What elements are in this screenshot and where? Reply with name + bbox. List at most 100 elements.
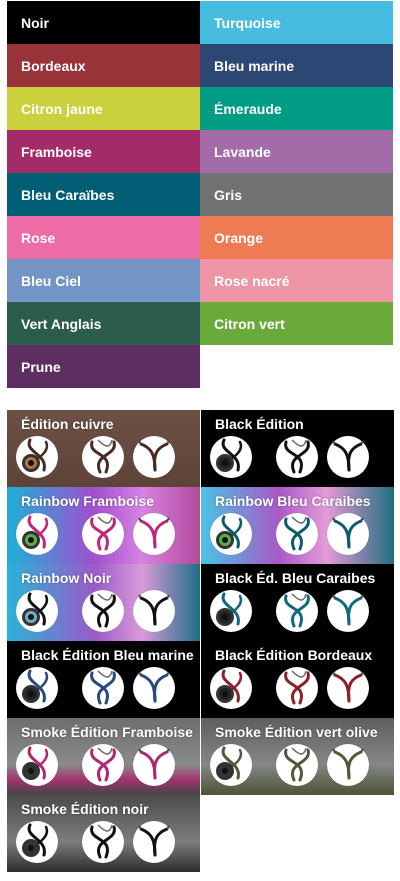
swatch-lavande[interactable]: Lavande [200, 130, 393, 173]
swatch-label: Citron vert [214, 315, 285, 332]
edition-rainbow-framboise[interactable]: Rainbow Framboise [7, 487, 200, 564]
edition-label: Rainbow Bleu Caraibes [215, 493, 371, 509]
swatch-rose-nacre[interactable]: Rose nacré [200, 259, 393, 302]
edition-icons [210, 590, 386, 634]
edition-smoke-edition-noir[interactable]: Smoke Édition noir [7, 795, 200, 872]
swatch-label: Gris [214, 186, 243, 203]
edition-smoke-edition-vert-olive[interactable]: Smoke Édition vert olive [201, 718, 394, 795]
swatch-bleu-ciel[interactable]: Bleu Ciel [7, 259, 200, 302]
swatch-label: Émeraude [214, 100, 282, 117]
swatch-framboise[interactable]: Framboise [7, 130, 200, 173]
edition-icons [210, 744, 386, 788]
edition-icons [210, 436, 386, 480]
edition-icons [16, 821, 192, 865]
swatch-citron-jaune[interactable]: Citron jaune [7, 87, 200, 130]
swatch-bordeaux[interactable]: Bordeaux [7, 44, 200, 87]
edition-black-edition-bleu-marine[interactable]: Black Édition Bleu marine [7, 641, 200, 718]
edition-label: Black Édition Bleu marine [21, 647, 194, 663]
edition-label: Black Édition [215, 416, 304, 432]
edition-icons [16, 667, 192, 711]
swatch-citron-vert[interactable]: Citron vert [200, 302, 393, 345]
swatch-label: Bordeaux [21, 57, 86, 74]
edition-label: Rainbow Framboise [21, 493, 155, 509]
edition-black-edition[interactable]: Black Édition [201, 410, 394, 487]
chestpiece-icon [16, 667, 58, 709]
edition-label: Rainbow Noir [21, 570, 112, 586]
stethoscope-headset-icon [327, 744, 369, 786]
chestpiece-icon [16, 821, 58, 863]
stethoscope-tubing-icon [82, 821, 124, 863]
stethoscope-tubing-icon [82, 513, 124, 555]
edition-black-ed-bleu-caraibes[interactable]: Black Éd. Bleu Caraibes [201, 564, 394, 641]
edition-rainbow-bleu-caraibes[interactable]: Rainbow Bleu Caraibes [201, 487, 394, 564]
edition-label: Black Éd. Bleu Caraibes [215, 570, 376, 586]
swatch-label: Noir [21, 14, 49, 31]
edition-label: Smoke Édition vert olive [215, 724, 378, 740]
swatch-label: Rose [21, 229, 56, 246]
chestpiece-icon [16, 744, 58, 786]
stethoscope-headset-icon [327, 513, 369, 555]
edition-icons [210, 513, 386, 557]
swatch-vert-anglais[interactable]: Vert Anglais [7, 302, 200, 345]
edition-label: Smoke Édition Framboise [21, 724, 193, 740]
swatch-label: Orange [214, 229, 264, 246]
swatch-label: Bleu Ciel [21, 272, 81, 289]
edition-black-edition-bordeaux[interactable]: Black Édition Bordeaux [201, 641, 394, 718]
stethoscope-tubing-icon [82, 436, 124, 478]
stethoscope-tubing-icon [276, 513, 318, 555]
swatch-label: Rose nacré [214, 272, 290, 289]
edition-smoke-edition-framboise[interactable]: Smoke Édition Framboise [7, 718, 200, 795]
stethoscope-headset-icon [133, 590, 175, 632]
stethoscope-tubing-icon [276, 436, 318, 478]
chestpiece-icon [16, 513, 58, 555]
edition-icons [16, 590, 192, 634]
stethoscope-tubing-icon [82, 590, 124, 632]
stethoscope-headset-icon [327, 590, 369, 632]
edition-rainbow-noir[interactable]: Rainbow Noir [7, 564, 200, 641]
swatch-label: Citron jaune [21, 100, 103, 117]
swatch-label: Bleu Caraïbes [21, 186, 115, 203]
swatch-orange[interactable]: Orange [200, 216, 393, 259]
chestpiece-icon [210, 513, 252, 555]
swatch-prune[interactable]: Prune [7, 345, 200, 388]
edition-label: Smoke Édition noir [21, 801, 149, 817]
edition-icons [210, 667, 386, 711]
edition-icons [16, 744, 192, 788]
swatch-label: Bleu marine [214, 57, 295, 74]
swatch-label: Turquoise [214, 14, 281, 31]
stethoscope-headset-icon [133, 744, 175, 786]
chestpiece-icon [210, 667, 252, 709]
stethoscope-headset-icon [327, 667, 369, 709]
stethoscope-tubing-icon [276, 667, 318, 709]
swatch-bleu-marine[interactable]: Bleu marine [200, 44, 393, 87]
stethoscope-headset-icon [133, 513, 175, 555]
edition-icons [16, 513, 192, 557]
stethoscope-tubing-icon [82, 667, 124, 709]
edition-edition-cuivre[interactable]: Édition cuivre [7, 410, 200, 487]
chestpiece-icon [16, 590, 58, 632]
chestpiece-icon [210, 436, 252, 478]
swatch-label: Framboise [21, 143, 92, 160]
swatch-emeraude[interactable]: Émeraude [200, 87, 393, 130]
stethoscope-tubing-icon [276, 590, 318, 632]
chestpiece-icon [16, 436, 58, 478]
swatch-rose[interactable]: Rose [7, 216, 200, 259]
stethoscope-tubing-icon [82, 744, 124, 786]
swatch-noir[interactable]: Noir [7, 1, 200, 44]
swatch-label: Lavande [214, 143, 271, 160]
stethoscope-headset-icon [327, 436, 369, 478]
chestpiece-icon [210, 744, 252, 786]
swatch-label: Prune [21, 358, 61, 375]
swatch-label: Vert Anglais [21, 315, 102, 332]
stethoscope-tubing-icon [276, 744, 318, 786]
swatch-bleu-caraibes[interactable]: Bleu Caraïbes [7, 173, 200, 216]
stethoscope-headset-icon [133, 436, 175, 478]
stethoscope-headset-icon [133, 667, 175, 709]
stethoscope-headset-icon [133, 821, 175, 863]
edition-label: Édition cuivre [21, 416, 114, 432]
swatch-turquoise[interactable]: Turquoise [200, 1, 393, 44]
edition-label: Black Édition Bordeaux [215, 647, 373, 663]
swatch-gris[interactable]: Gris [200, 173, 393, 216]
edition-icons [16, 436, 192, 480]
chestpiece-icon [210, 590, 252, 632]
